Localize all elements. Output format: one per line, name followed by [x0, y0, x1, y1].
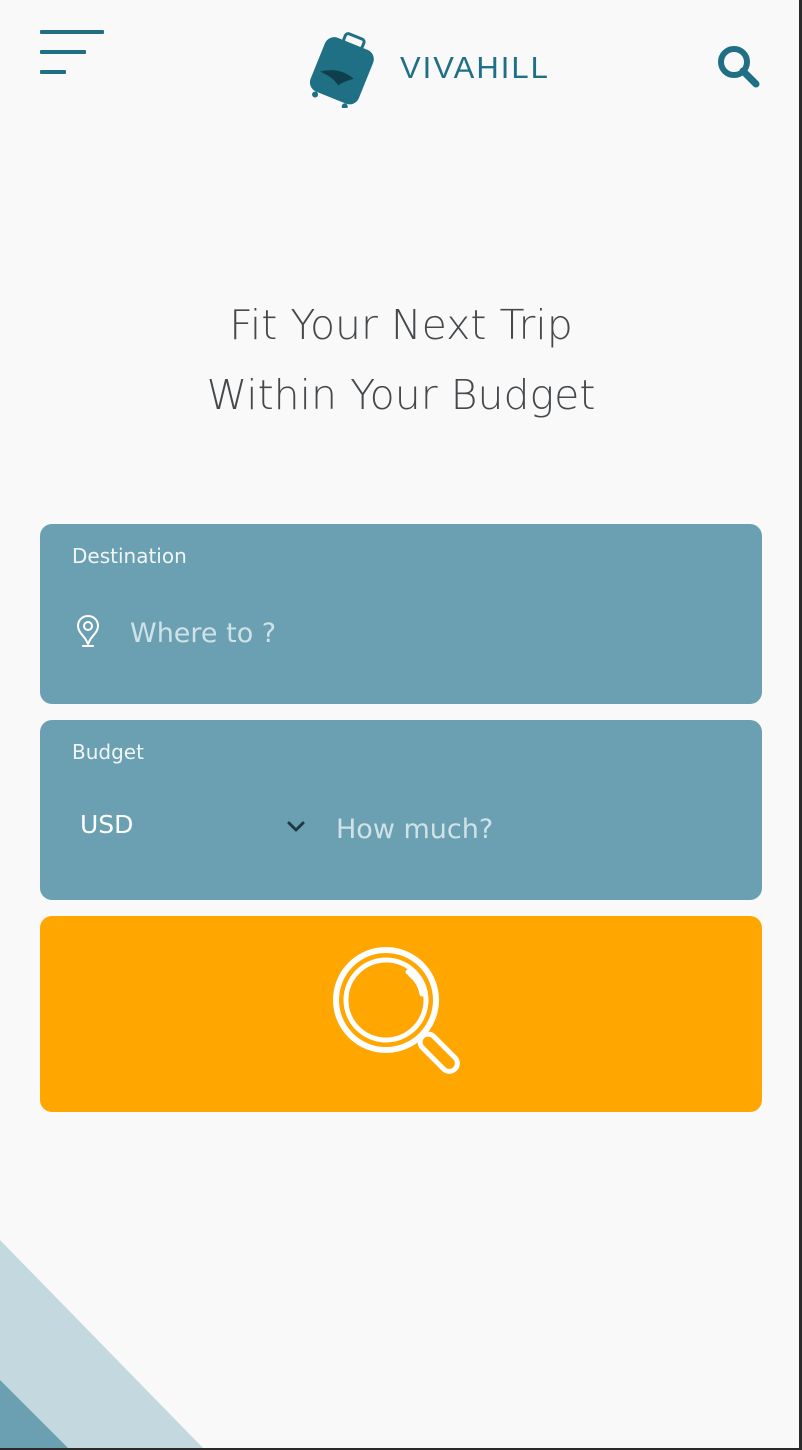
currency-value: USD	[80, 810, 134, 839]
brand-name: VIVAHILL	[400, 50, 550, 85]
budget-label: Budget	[72, 740, 144, 764]
brand-logo[interactable]: VIVAHILL	[305, 28, 555, 108]
header-search-button[interactable]	[716, 44, 762, 90]
currency-select[interactable]: USD	[80, 808, 312, 848]
destination-card: Destination	[40, 524, 762, 704]
suitcase-icon	[309, 32, 374, 108]
search-icon	[718, 46, 760, 88]
map-pin-icon	[76, 614, 100, 647]
hamburger-menu-icon	[40, 30, 104, 34]
chevron-down-icon	[287, 821, 305, 832]
destination-label: Destination	[72, 544, 187, 568]
magnifier-icon	[333, 947, 460, 1074]
hero-line-2: Within Your Budget	[206, 371, 596, 419]
search-button[interactable]	[40, 916, 762, 1112]
destination-input[interactable]	[128, 610, 732, 656]
budget-card: Budget USD	[40, 720, 762, 900]
budget-amount-input[interactable]	[334, 806, 738, 852]
menu-button[interactable]	[38, 30, 108, 80]
hero-line-1: Fit Your Next Trip	[229, 301, 573, 349]
hero-title: Fit Your Next Trip Within Your Budget	[0, 290, 802, 430]
decorative-corner	[0, 1240, 205, 1450]
